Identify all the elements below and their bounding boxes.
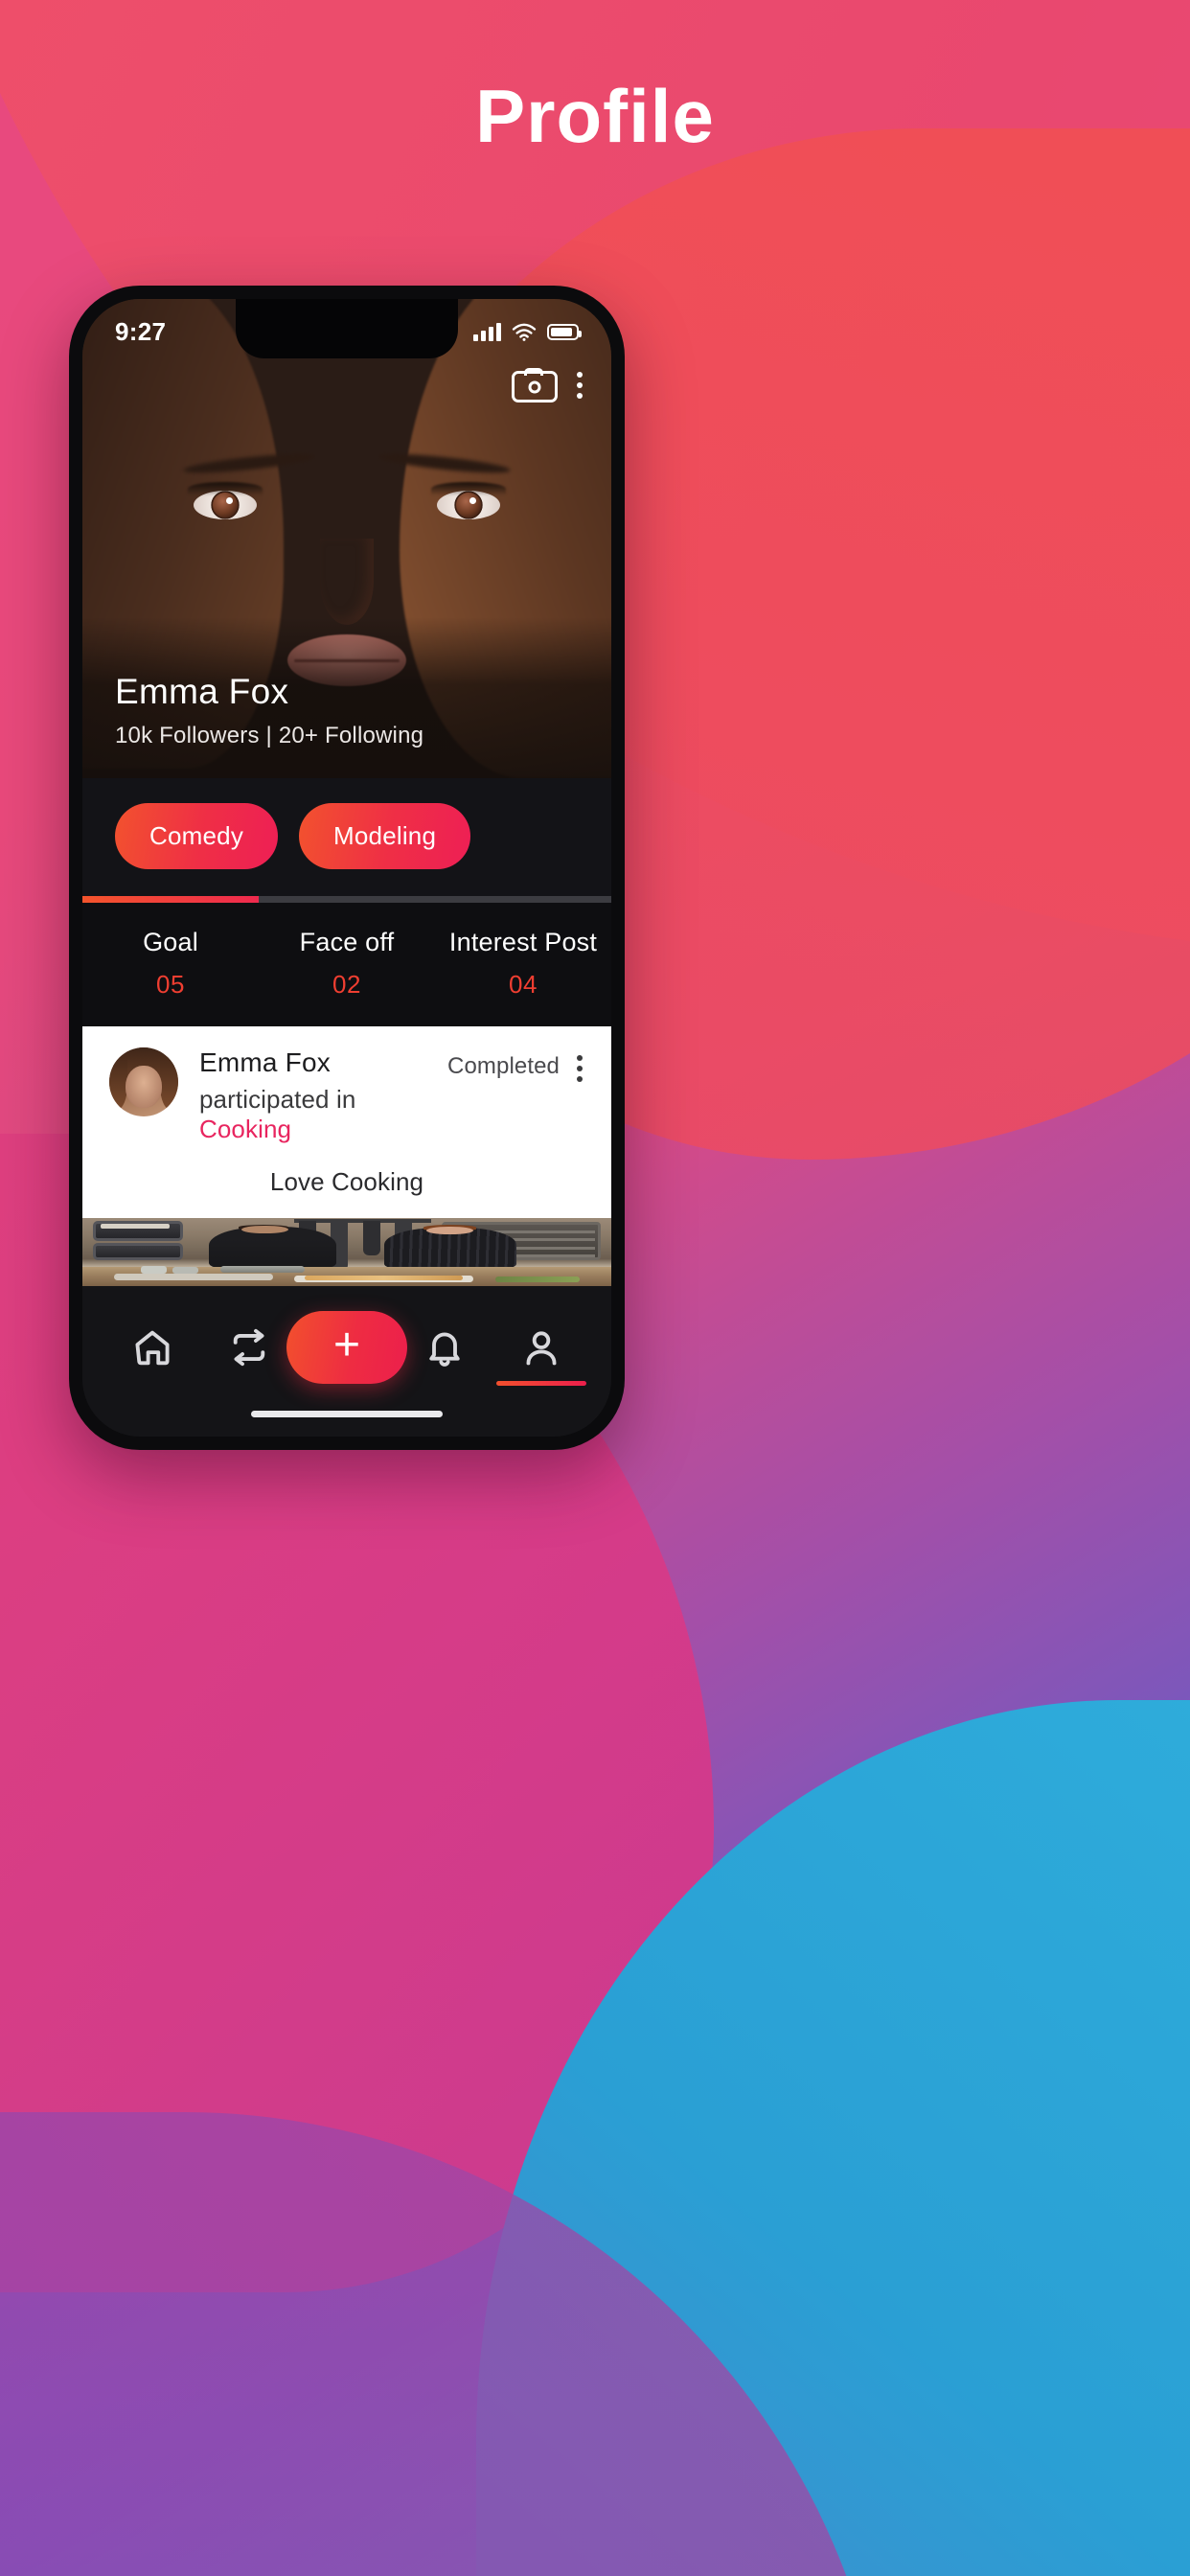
kitchen-scene xyxy=(82,1218,611,1286)
battery-icon xyxy=(547,323,582,340)
post-header-text: Emma Fox participated in Cooking xyxy=(199,1047,447,1144)
nav-item-home[interactable] xyxy=(108,1326,196,1368)
cover-actions xyxy=(512,368,586,402)
plus-icon: + xyxy=(332,1319,360,1370)
home-icon xyxy=(135,1330,170,1366)
status-bar-indicators xyxy=(473,322,582,341)
profile-followers-line: 10k Followers | 20+ Following xyxy=(115,723,424,748)
post-header: Emma Fox participated in Cooking Complet… xyxy=(82,1026,611,1144)
post-action-topic[interactable]: Cooking xyxy=(199,1115,291,1143)
post-action-line: participated in Cooking xyxy=(199,1085,447,1144)
phone-mockup: 9:27 Emma Fox 10k Followers | 20+ Follow… xyxy=(69,286,625,1450)
profile-identity: Emma Fox 10k Followers | 20+ Following xyxy=(115,672,423,749)
stat-interest-post[interactable]: Interest Post 04 xyxy=(435,928,611,1000)
stat-goal[interactable]: Goal 05 xyxy=(82,928,259,1000)
phone-screen: 9:27 Emma Fox 10k Followers | 20+ Follow… xyxy=(82,299,611,1437)
nav-item-profile[interactable] xyxy=(496,1326,587,1386)
bottom-navigation: + xyxy=(82,1286,611,1401)
stats-row: Goal 05 Face off 02 Interest Post 04 xyxy=(82,903,611,1026)
post-status-badge: Completed xyxy=(447,1053,560,1079)
interest-tag-modeling[interactable]: Modeling xyxy=(299,803,471,869)
create-post-button[interactable]: + xyxy=(286,1311,407,1384)
profile-name: Emma Fox xyxy=(115,672,289,711)
status-bar: 9:27 xyxy=(82,299,611,358)
portrait-iris-right xyxy=(456,493,482,518)
home-indicator xyxy=(82,1401,611,1437)
stat-face-off[interactable]: Face off 02 xyxy=(259,928,435,1000)
segment-face-off[interactable] xyxy=(259,896,435,903)
segment-goal[interactable] xyxy=(82,896,259,903)
more-vertical-icon[interactable] xyxy=(573,368,586,402)
portrait-iris-left xyxy=(212,493,238,518)
nav-item-create[interactable]: + xyxy=(286,1311,407,1384)
portrait-eye-left xyxy=(187,482,263,519)
repeat-icon xyxy=(234,1328,265,1367)
stat-goal-value: 05 xyxy=(156,970,185,999)
stat-interest-post-value: 04 xyxy=(509,970,538,999)
nav-item-swap[interactable] xyxy=(205,1326,293,1368)
status-bar-time: 9:27 xyxy=(115,316,167,346)
stat-interest-post-label: Interest Post xyxy=(448,928,598,956)
more-vertical-icon[interactable] xyxy=(560,1047,584,1082)
stat-goal-label: Goal xyxy=(143,928,198,956)
page-title: Profile xyxy=(475,74,715,158)
stat-face-off-value: 02 xyxy=(332,970,361,999)
bell-icon xyxy=(428,1332,460,1367)
camera-icon[interactable] xyxy=(512,368,558,402)
wifi-icon xyxy=(512,323,537,341)
interest-tag-comedy[interactable]: Comedy xyxy=(115,803,279,869)
nav-active-indicator xyxy=(496,1381,587,1386)
post-author-name: Emma Fox xyxy=(199,1047,331,1077)
segment-interest-post[interactable] xyxy=(435,896,611,903)
stats-segment-indicator xyxy=(82,896,611,903)
nav-item-notifications[interactable] xyxy=(400,1326,489,1368)
post-caption: Love Cooking xyxy=(269,1167,424,1196)
avatar[interactable] xyxy=(109,1047,178,1116)
stat-face-off-label: Face off xyxy=(299,928,395,956)
person-icon xyxy=(526,1331,557,1366)
portrait-nose xyxy=(320,539,374,625)
interest-tag-list: Comedy Modeling xyxy=(82,778,611,896)
portrait-eye-right xyxy=(431,482,507,519)
post-image[interactable] xyxy=(82,1218,611,1286)
post-action-prefix: participated in xyxy=(199,1085,356,1114)
cellular-signal-icon xyxy=(473,322,501,341)
profile-cover-photo: Emma Fox 10k Followers | 20+ Following xyxy=(82,299,611,778)
post-card: Emma Fox participated in Cooking Complet… xyxy=(82,1026,611,1286)
